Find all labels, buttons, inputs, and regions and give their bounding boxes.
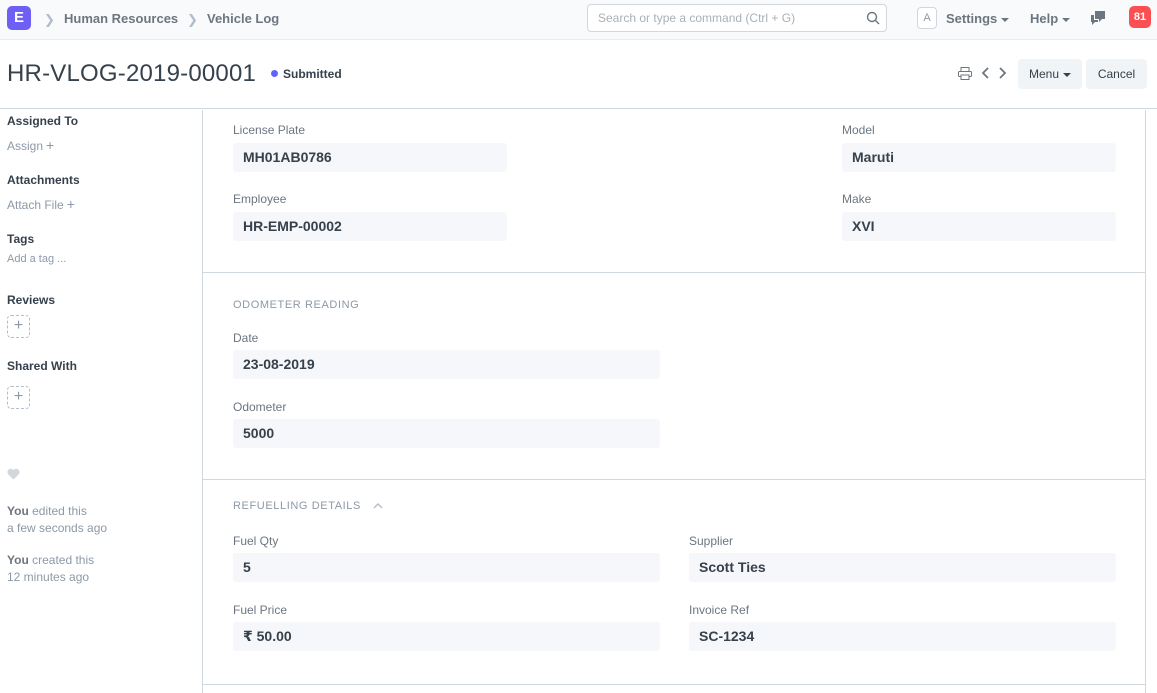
odometer-section: ODOMETER READING Date 23-08-2019 Odomete…	[203, 273, 1146, 480]
help-dropdown[interactable]: Help	[1030, 11, 1071, 26]
timeline-item: You edited this a few seconds ago	[7, 503, 107, 537]
status-dot	[271, 70, 278, 78]
user-avatar[interactable]: A	[917, 7, 937, 29]
reviews-heading: Reviews	[7, 293, 56, 307]
chat-icon[interactable]	[1090, 10, 1106, 31]
odometer-field[interactable]: 5000	[233, 419, 660, 448]
vehicle-section: License Plate MH01AB0786 Employee HR-EMP…	[203, 110, 1146, 273]
fuel-price-field[interactable]: ₹ 50.00	[233, 622, 660, 651]
timeline-time: 12 minutes ago	[7, 570, 90, 584]
license-plate-label: License Plate	[233, 123, 306, 137]
assign-label: Assign	[7, 139, 44, 153]
status-label: Submitted	[283, 67, 342, 81]
chevron-right-icon: ❯	[44, 12, 55, 27]
timeline-action: created this	[28, 553, 95, 567]
timeline-user: You	[7, 553, 29, 567]
make-field[interactable]: XVI	[842, 212, 1116, 241]
plus-icon: +	[66, 196, 75, 212]
timeline-item: You created this 12 minutes ago	[7, 552, 94, 586]
menu-label: Menu	[1028, 67, 1060, 81]
attach-file-label: Attach File	[7, 198, 64, 212]
fuel-qty-label: Fuel Qty	[233, 534, 279, 548]
navbar: E ❯ Human Resources ❯ Vehicle Log A Sett…	[0, 0, 1157, 40]
status-indicator: Submitted	[271, 67, 342, 81]
employee-label: Employee	[233, 192, 287, 206]
fuel-price-label: Fuel Price	[233, 603, 288, 617]
settings-label: Settings	[946, 11, 998, 26]
model-field[interactable]: Maruti	[842, 143, 1116, 172]
help-label: Help	[1030, 11, 1059, 26]
assign-link[interactable]: Assign +	[7, 137, 54, 153]
assigned-to-heading: Assigned To	[7, 114, 79, 128]
invoice-ref-field[interactable]: SC-1234	[689, 622, 1116, 651]
previous-doc-icon[interactable]	[981, 66, 991, 85]
page-title: HR-VLOG-2019-00001	[7, 60, 257, 87]
timeline-time: a few seconds ago	[7, 521, 108, 535]
employee-field[interactable]: HR-EMP-00002	[233, 212, 507, 241]
search-icon[interactable]	[866, 11, 880, 30]
chevron-up-icon[interactable]	[373, 500, 383, 512]
search-bar	[587, 4, 887, 32]
fuel-qty-field[interactable]: 5	[233, 553, 660, 582]
add-review-button[interactable]: +	[7, 315, 30, 338]
form-sidebar: Assigned To Assign + Attachments Attach F…	[0, 110, 203, 693]
invoice-ref-label: Invoice Ref	[689, 603, 750, 617]
model-label: Model	[842, 123, 875, 137]
refuelling-section-heading[interactable]: REFUELLING DETAILS	[233, 500, 383, 512]
odometer-section-heading: ODOMETER READING	[233, 299, 360, 311]
attach-file-link[interactable]: Attach File +	[7, 196, 75, 212]
print-icon[interactable]	[958, 67, 972, 85]
timeline-user: You	[7, 504, 29, 518]
shared-with-heading: Shared With	[7, 359, 77, 373]
add-share-button[interactable]: +	[7, 386, 30, 409]
date-label: Date	[233, 331, 259, 345]
page-head: HR-VLOG-2019-00001 Submitted Menu Cancel	[0, 41, 1157, 109]
notification-badge[interactable]: 81	[1129, 6, 1151, 28]
refuelling-heading-label: REFUELLING DETAILS	[233, 500, 361, 512]
chevron-right-icon: ❯	[187, 12, 198, 27]
license-plate-field[interactable]: MH01AB0786	[233, 143, 507, 172]
attachments-heading: Attachments	[7, 173, 80, 187]
settings-dropdown[interactable]: Settings	[946, 11, 1010, 26]
plus-icon: +	[46, 137, 55, 153]
date-field[interactable]: 23-08-2019	[233, 350, 660, 379]
cancel-button[interactable]: Cancel	[1086, 59, 1147, 89]
odometer-label: Odometer	[233, 400, 287, 414]
form-body: License Plate MH01AB0786 Employee HR-EMP…	[203, 110, 1146, 693]
refuelling-section: REFUELLING DETAILS Fuel Qty 5 Fuel Price…	[203, 480, 1146, 685]
supplier-label: Supplier	[689, 534, 734, 548]
caret-down-icon	[1001, 17, 1010, 22]
app-logo[interactable]: E	[7, 6, 31, 30]
caret-down-icon	[1062, 17, 1071, 22]
menu-button[interactable]: Menu	[1018, 59, 1082, 89]
tags-heading: Tags	[7, 232, 35, 246]
breadcrumb-vehicle-log[interactable]: Vehicle Log	[207, 11, 279, 26]
breadcrumb-human-resources[interactable]: Human Resources	[64, 11, 178, 26]
timeline-action: edited this	[28, 504, 87, 518]
add-tag-input[interactable]: Add a tag ...	[7, 253, 66, 265]
next-doc-icon[interactable]	[997, 66, 1007, 85]
caret-down-icon	[1063, 72, 1072, 77]
search-input[interactable]	[588, 5, 848, 31]
like-heart-icon[interactable]	[7, 467, 20, 485]
make-label: Make	[842, 192, 872, 206]
supplier-field[interactable]: Scott Ties	[689, 553, 1116, 582]
